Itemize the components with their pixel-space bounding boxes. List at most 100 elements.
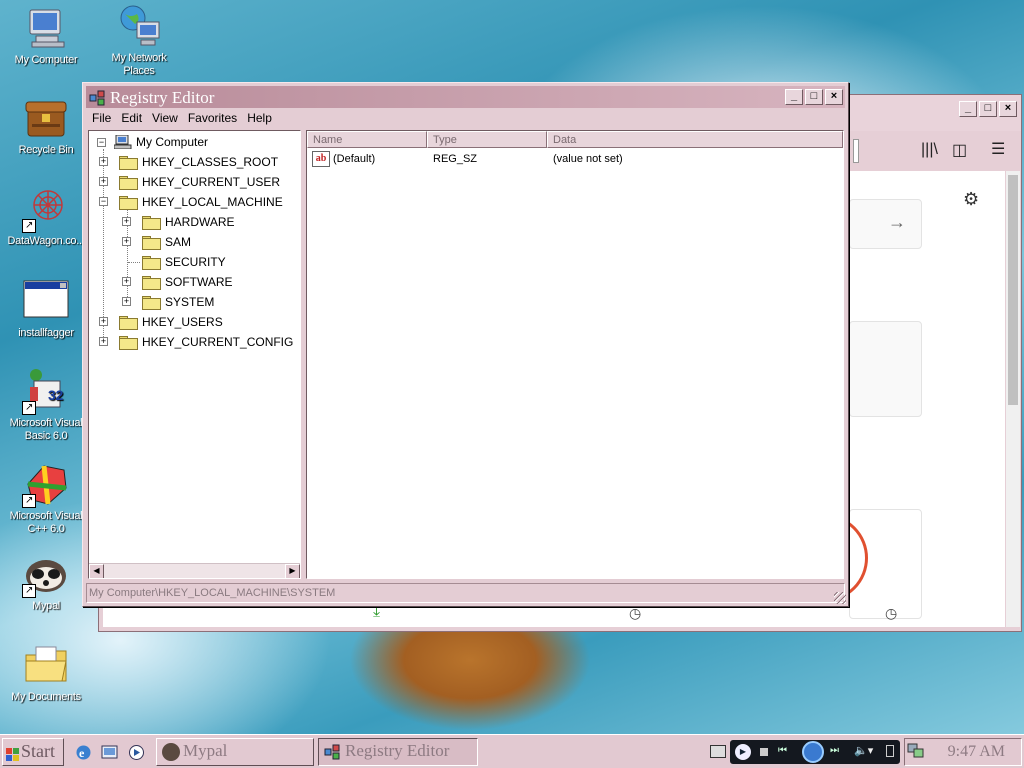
clock-time: 9:47 AM (947, 743, 1005, 760)
sidebar-icon[interactable]: ◫ (952, 140, 967, 160)
tree-item-security[interactable]: SECURITY (128, 253, 226, 271)
folder-open-icon (119, 195, 138, 210)
taskbar-task-registry-editor[interactable]: Registry Editor (318, 738, 478, 766)
menu-help[interactable]: Help (242, 110, 277, 128)
expand-toggle[interactable]: + (122, 237, 131, 246)
library-icon[interactable]: |||\ (921, 141, 938, 159)
expand-toggle[interactable]: + (99, 317, 108, 326)
desktop-icon-visual-basic[interactable]: 32 ↗ Microsoft Visual Basic 6.0 (3, 367, 89, 443)
expand-toggle[interactable]: + (99, 177, 108, 186)
registry-editor-window[interactable]: Registry Editor _ □ × File Edit View Fav… (82, 82, 849, 607)
keyboard-icon[interactable] (710, 745, 726, 758)
registry-editor-titlebar[interactable]: Registry Editor _ □ × (86, 86, 845, 108)
next-icon[interactable]: ⏭ (830, 745, 839, 756)
menu-edit[interactable]: Edit (116, 110, 147, 128)
windows-logo-icon (6, 744, 19, 761)
scroll-right-button[interactable]: ▶ (285, 564, 300, 578)
web-shortcut-icon: ↗ (22, 185, 70, 233)
arrow-right-icon[interactable]: → (888, 212, 906, 233)
tree-horizontal-scrollbar[interactable]: ◀ ▶ (89, 563, 300, 578)
svg-text:e: e (79, 746, 85, 760)
tree-item-system[interactable]: + SYSTEM (122, 293, 215, 311)
desktop-icon-visual-cpp[interactable]: ↗ Microsoft Visual C++ 6.0 (3, 460, 89, 536)
desktop-icon-my-computer[interactable]: My Computer (3, 4, 89, 67)
restore-player-icon[interactable] (886, 745, 894, 757)
recycle-bin-icon (22, 94, 70, 142)
tree-item-hkey-users[interactable]: + HKEY_USERS (99, 313, 223, 331)
desktop-icon-label: installfagger (18, 327, 74, 339)
volume-icon[interactable]: 🔈▾ (854, 744, 873, 757)
desktop-icon-datawagon[interactable]: ↗ DataWagon.co... (3, 185, 89, 248)
desktop-icon-mypal[interactable]: ↗ Mypal (3, 550, 89, 613)
tree-item-hkey-current-user[interactable]: + HKEY_CURRENT_USER (99, 173, 280, 191)
tree-item-hardware[interactable]: + HARDWARE (122, 213, 235, 231)
content-card (849, 321, 922, 417)
folder-icon (119, 335, 138, 350)
tree-item-hkey-current-config[interactable]: + HKEY_CURRENT_CONFIG (99, 333, 293, 351)
desktop-icon-recycle-bin[interactable]: Recycle Bin (3, 94, 89, 157)
media-player-icon[interactable] (128, 744, 145, 761)
tree-item-label: HKEY_CLASSES_ROOT (142, 155, 279, 169)
top-site-card[interactable] (824, 509, 922, 619)
clock-icon: ◷ (629, 605, 642, 621)
tree-item-label: HARDWARE (165, 215, 235, 229)
value-row[interactable]: ab (Default) REG_SZ (value not set) (307, 149, 843, 169)
my-documents-icon (22, 641, 70, 689)
menu-view[interactable]: View (147, 110, 183, 128)
registry-tree[interactable]: − My Computer + HKEY_CLASSES_ROOT + HKEY… (88, 130, 301, 579)
menu-favorites[interactable]: Favorites (183, 110, 242, 128)
expand-toggle[interactable]: + (122, 217, 131, 226)
tree-item-label: HKEY_LOCAL_MACHINE (142, 195, 283, 209)
maximize-button[interactable]: □ (805, 89, 823, 105)
tree-item-label: SYSTEM (165, 295, 215, 309)
start-button[interactable]: Start (2, 738, 64, 766)
expand-toggle[interactable]: + (122, 277, 131, 286)
column-header-type[interactable]: Type (427, 131, 547, 148)
system-tray-clock[interactable]: 9:47 AM (904, 738, 1022, 766)
tree-item-sam[interactable]: + SAM (122, 233, 191, 251)
maximize-button[interactable]: □ (979, 101, 997, 117)
expand-toggle[interactable]: + (99, 337, 108, 346)
clock-icon: ◷ (885, 605, 898, 621)
settings-gear-icon[interactable]: ⚙ (963, 189, 979, 210)
expand-toggle[interactable]: + (99, 157, 108, 166)
media-player-toolbar[interactable]: ▶ ⏮ ⏭ 🔈▾ (730, 740, 900, 764)
expand-toggle[interactable]: + (122, 297, 131, 306)
browser-address-bar[interactable] (853, 139, 859, 163)
tree-item-software[interactable]: + SOFTWARE (122, 273, 233, 291)
tree-item-hkey-local-machine[interactable]: − HKEY_LOCAL_MACHINE (99, 193, 283, 211)
show-desktop-icon[interactable] (101, 744, 118, 761)
tree-item-label: SOFTWARE (165, 275, 233, 289)
close-button[interactable]: × (999, 101, 1017, 117)
collapse-toggle[interactable]: − (99, 197, 108, 206)
internet-explorer-icon[interactable]: e (75, 744, 92, 761)
folder-icon (119, 155, 138, 170)
column-header-data[interactable]: Data (547, 131, 843, 148)
collapse-toggle[interactable]: − (97, 137, 106, 147)
value-name: (Default) (333, 153, 376, 165)
desktop-icon-installfagger[interactable]: installfagger (3, 277, 89, 340)
volume-knob-icon[interactable] (802, 741, 824, 763)
desktop-icon-label: My Documents (11, 691, 81, 703)
tree-item-hkey-classes-root[interactable]: + HKEY_CLASSES_ROOT (99, 153, 279, 171)
column-header-name[interactable]: Name (307, 131, 427, 148)
registry-values-list[interactable]: Name Type Data ab (Default) REG_SZ (valu… (306, 130, 844, 579)
svg-text:32: 32 (48, 387, 63, 403)
play-icon[interactable]: ▶ (735, 744, 751, 760)
stop-icon[interactable] (760, 748, 768, 756)
search-card[interactable]: → (849, 199, 922, 249)
tree-item-my-computer[interactable]: − My Computer (97, 133, 208, 151)
desktop-icon-my-network-places[interactable]: My Network Places (96, 2, 182, 78)
resize-grip[interactable] (834, 592, 846, 604)
menu-icon[interactable]: ☰ (991, 139, 1005, 159)
close-button[interactable]: × (825, 89, 843, 105)
scroll-left-button[interactable]: ◀ (89, 564, 104, 578)
taskbar-task-mypal[interactable]: Mypal (156, 738, 314, 766)
previous-icon[interactable]: ⏮ (778, 745, 787, 756)
string-value-icon: ab (312, 151, 330, 167)
desktop-icon-my-documents[interactable]: My Documents (3, 641, 89, 704)
minimize-button[interactable]: _ (959, 101, 977, 117)
minimize-button[interactable]: _ (785, 89, 803, 105)
menu-file[interactable]: File (87, 110, 116, 128)
scrollbar-thumb[interactable] (1008, 175, 1018, 405)
